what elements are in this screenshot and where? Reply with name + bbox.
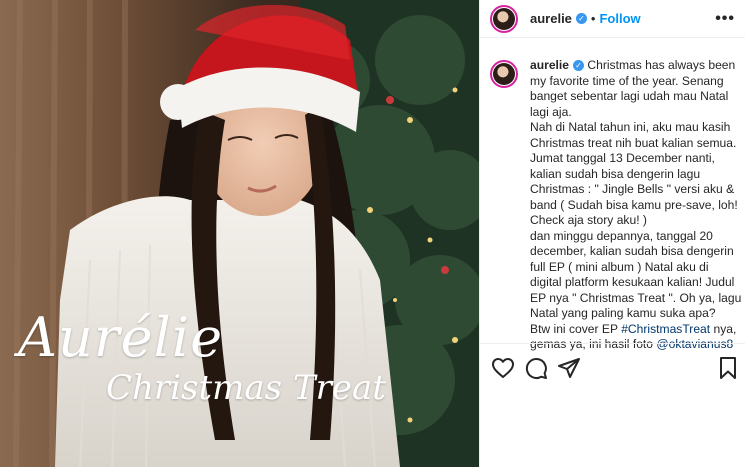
avatar-photo: [493, 7, 515, 30]
caption-avatar-photo: [493, 63, 515, 85]
post-side-panel: aurelie ✓ • Follow ••• aurelie ✓ Christma…: [479, 0, 745, 467]
verified-badge-icon: ✓: [575, 13, 587, 24]
caption-avatar[interactable]: [490, 60, 518, 88]
avatar[interactable]: [490, 4, 518, 33]
caption-line: band ( Sudah bisa kamu pre-save, loh!: [530, 197, 738, 212]
action-bar: [480, 343, 745, 387]
bookmark-icon[interactable]: [716, 356, 740, 380]
caption-line: EP nya " Christmas Treat ". Oh ya, lagu: [530, 290, 742, 305]
overlay-title: Aurélie: [18, 306, 224, 369]
post-image[interactable]: Aurélie Christmas Treat: [0, 0, 479, 467]
caption-line: aurelie ✓ Christmas has always been: [530, 58, 736, 74]
overlay-subtitle: Christmas Treat: [106, 368, 386, 408]
caption-line-text: nya,: [710, 321, 737, 336]
caption-line-text: Christmas has always been: [587, 58, 736, 72]
caption-line: Christmas treat nih buat kalian semua.: [530, 135, 737, 150]
caption-line-text: Btw ini cover EP: [530, 321, 618, 336]
more-options-icon[interactable]: •••: [715, 10, 735, 28]
hashtag-link[interactable]: #ChristmasTreat: [621, 322, 710, 336]
caption-line: december, kalian sudah bisa dengerin: [530, 244, 734, 258]
paper-plane-icon[interactable]: [557, 356, 581, 380]
heart-icon[interactable]: [491, 356, 515, 380]
caption-line: kalian sudah bisa dengerin lagu: [530, 166, 701, 181]
comment-icon[interactable]: [524, 356, 548, 380]
caption-line: Btw ini cover EP #ChristmasTreat nya,: [530, 322, 736, 338]
caption-line: Jumat tanggal 13 December nanti,: [530, 151, 715, 165]
caption-line: Nah di Natal tahun ini, aku mau kasih: [530, 120, 731, 134]
username-link[interactable]: aurelie: [530, 11, 572, 26]
caption-text: aurelie ✓ Christmas has always been my fa…: [530, 58, 742, 353]
caption-verified-icon: ✓: [573, 60, 584, 71]
caption-line: full EP ( mini album ) Natal aku di: [530, 259, 709, 274]
caption-line: dan minggu depannya, tanggal 20: [530, 228, 713, 243]
follow-button[interactable]: Follow: [599, 11, 640, 26]
caption-line: lagi aja.: [530, 104, 572, 119]
caption-line: Natal yang paling kamu suka apa?: [530, 306, 716, 320]
caption-line: my favorite time of the year. Senang: [530, 73, 724, 88]
post-header: aurelie ✓ • Follow •••: [480, 0, 745, 38]
caption-line: digital platform kesukaan kalian! Judul: [530, 275, 735, 289]
caption-line: banget sebentar lagi udah mau Natal: [530, 89, 729, 103]
caption: aurelie ✓ Christmas has always been my fa…: [490, 58, 742, 353]
caption-line: Check aja story aku! ): [530, 213, 647, 227]
caption-line: Christmas : " Jingle Bells " versi aku &: [530, 182, 735, 196]
caption-username[interactable]: aurelie: [530, 58, 569, 72]
separator-dot: •: [590, 11, 596, 26]
